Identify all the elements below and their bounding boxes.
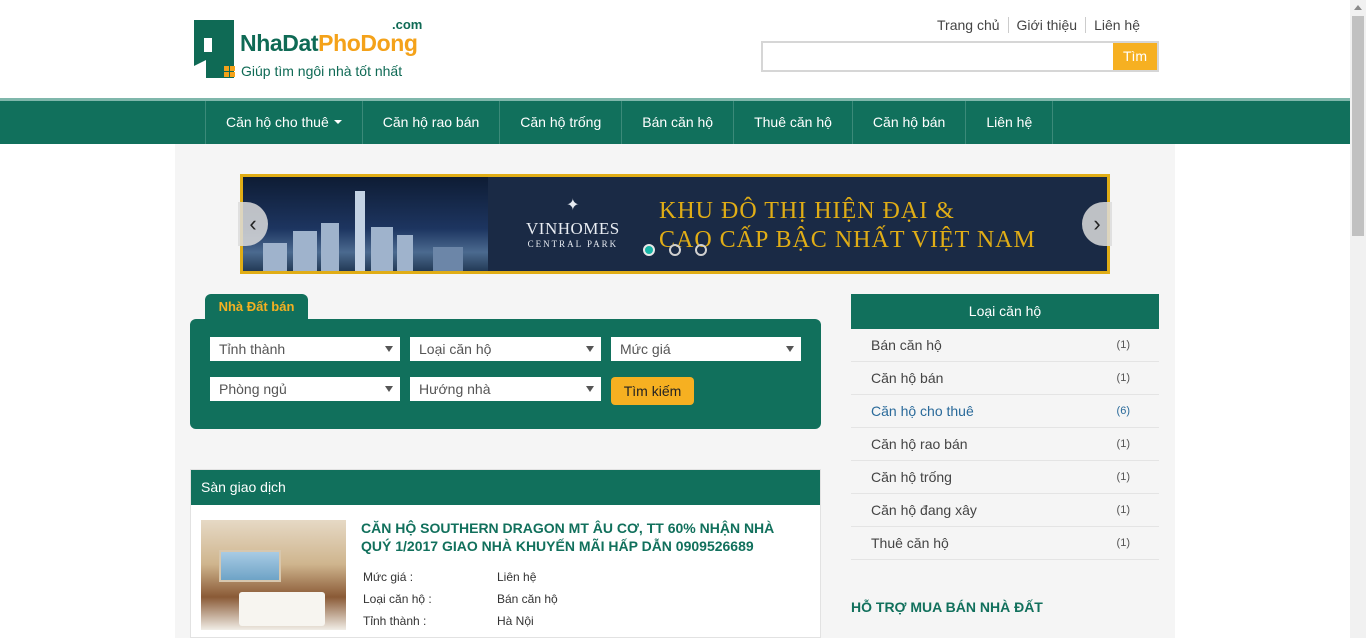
support-heading: HỖ TRỢ MUA BÁN NHÀ ĐẤT bbox=[851, 599, 1043, 615]
site-logo[interactable]: .com NhaDatPhoDong Giúp tìm ngôi nhà tốt… bbox=[194, 17, 424, 81]
site-header: .com NhaDatPhoDong Giúp tìm ngôi nhà tốt… bbox=[0, 0, 1350, 98]
listing-row-province: Tỉnh thành : Hà Nội bbox=[363, 614, 534, 628]
listing-row-type: Loại căn hộ : Bán căn hộ bbox=[363, 592, 558, 606]
select-direction[interactable]: Hướng nhà bbox=[410, 377, 601, 401]
chevron-left-icon: ‹ bbox=[249, 211, 257, 236]
listing-thumbnail[interactable] bbox=[201, 520, 346, 630]
banner-slide[interactable]: ✦ VINHOMES CENTRAL PARK KHU ĐÔ THỊ HIỆN … bbox=[240, 174, 1110, 274]
top-link-contact[interactable]: Liên hệ bbox=[1085, 17, 1148, 33]
sidebar-item-can-ho-ban[interactable]: Căn hộ bán (1) bbox=[851, 362, 1159, 395]
sidebar-item-can-ho-rao-ban[interactable]: Căn hộ rao bán (1) bbox=[851, 428, 1159, 461]
sidebar-apartment-types: Loại căn hộ Bán căn hộ (1) Căn hộ bán (1) … bbox=[851, 294, 1159, 560]
slider-dot-1[interactable] bbox=[643, 244, 655, 256]
nav-item-apartment-sale[interactable]: Căn hộ bán bbox=[853, 101, 967, 144]
select-bedrooms[interactable]: Phòng ngủ bbox=[210, 377, 400, 401]
top-links: Trang chủ Giới thiệu Liên hệ bbox=[929, 17, 1148, 33]
banner-message: KHU ĐÔ THỊ HIỆN ĐẠI & CAO CẤP BẬC NHẤT V… bbox=[659, 198, 1036, 253]
sidebar-item-can-ho-dang-xay[interactable]: Căn hộ đang xây (1) bbox=[851, 494, 1159, 527]
scroll-up-icon[interactable] bbox=[1354, 5, 1362, 10]
select-province[interactable]: Tỉnh thành bbox=[210, 337, 400, 361]
listing-panel: Sàn giao dịch CĂN HỘ SOUTHERN DRAGON MT … bbox=[190, 469, 821, 638]
nav-item-contact[interactable]: Liên hệ bbox=[966, 101, 1054, 144]
logo-tagline: Giúp tìm ngôi nhà tốt nhất bbox=[224, 63, 402, 79]
chevron-right-icon: › bbox=[1093, 211, 1101, 236]
sidebar-item-ban-can-ho[interactable]: Bán căn hộ (1) bbox=[851, 329, 1159, 362]
nav-item-vacant-apartment[interactable]: Căn hộ trống bbox=[500, 101, 623, 144]
grid-icon bbox=[224, 66, 235, 77]
sidebar-item-can-ho-cho-thue[interactable]: Căn hộ cho thuê (6) bbox=[851, 395, 1159, 428]
page-scrollbar[interactable] bbox=[1350, 0, 1366, 638]
sidebar-header: Loại căn hộ bbox=[851, 294, 1159, 329]
nav-item-lease-apartment[interactable]: Thuê căn hộ bbox=[734, 101, 853, 144]
search-input[interactable] bbox=[763, 43, 1113, 70]
slider-dot-2[interactable] bbox=[669, 244, 681, 256]
scrollbar-thumb[interactable] bbox=[1352, 16, 1364, 236]
nav-item-rent-apartment[interactable]: Căn hộ cho thuê bbox=[206, 101, 363, 144]
select-price[interactable]: Mức giá bbox=[611, 337, 801, 361]
top-link-about[interactable]: Giới thiệu bbox=[1007, 17, 1086, 33]
main-nav: Căn hộ cho thuê Căn hộ rao bán Căn hộ tr… bbox=[0, 98, 1350, 144]
search-bar: Tìm bbox=[761, 41, 1159, 72]
listing-header: Sàn giao dịch bbox=[191, 470, 820, 505]
listing-title[interactable]: CĂN HỘ SOUTHERN DRAGON MT ÂU CƠ, TT 60% … bbox=[361, 519, 801, 555]
vinhomes-logo: ✦ VINHOMES CENTRAL PARK bbox=[526, 197, 620, 250]
caret-down-icon bbox=[333, 120, 342, 124]
sidebar-item-thue-can-ho[interactable]: Thuê căn hộ (1) bbox=[851, 527, 1159, 560]
logo-name: NhaDatPhoDong bbox=[240, 30, 418, 56]
slider-dot-3[interactable] bbox=[695, 244, 707, 256]
sidebar-item-can-ho-trong[interactable]: Căn hộ trống (1) bbox=[851, 461, 1159, 494]
vinhomes-emblem-icon: ✦ bbox=[566, 197, 580, 214]
nav-item-sell-apartment[interactable]: Bán căn hộ bbox=[622, 101, 735, 144]
top-link-home[interactable]: Trang chủ bbox=[929, 17, 1008, 33]
tab-nha-dat-ban[interactable]: Nhà Đất bán bbox=[205, 294, 308, 321]
search-panel bbox=[190, 319, 821, 429]
listing-row-price: Mức giá : Liên hệ bbox=[363, 570, 537, 584]
slider-dots bbox=[643, 244, 707, 256]
select-apartment-type[interactable]: Loại căn hộ bbox=[410, 337, 601, 361]
search-button[interactable]: Tìm bbox=[1113, 43, 1157, 70]
find-button[interactable]: Tìm kiếm bbox=[611, 377, 694, 405]
nav-item-apartment-for-sale-ads[interactable]: Căn hộ rao bán bbox=[363, 101, 501, 144]
city-skyline-image bbox=[243, 177, 488, 271]
